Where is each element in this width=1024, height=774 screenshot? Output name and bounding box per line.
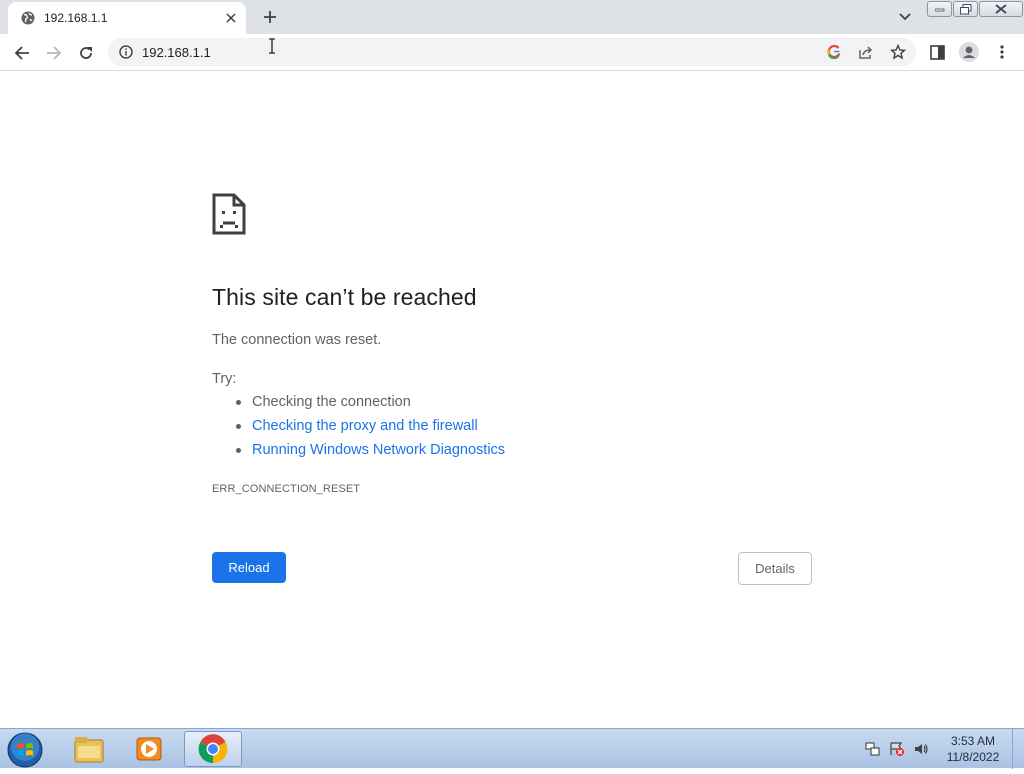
volume-icon[interactable] xyxy=(912,740,930,758)
windows-taskbar: 3:53 AM 11/8/2022 xyxy=(0,728,1024,769)
system-tray xyxy=(864,740,930,758)
menu-icon[interactable] xyxy=(990,40,1014,64)
reload-button[interactable]: Reload xyxy=(212,552,286,583)
forward-icon[interactable] xyxy=(40,39,68,67)
suggestion-list: Checking the connection Checking the pro… xyxy=(235,394,505,466)
start-button[interactable] xyxy=(6,731,46,769)
text-cursor-icon xyxy=(268,38,276,54)
error-title: This site can’t be reached xyxy=(212,284,477,310)
action-center-flag-icon[interactable] xyxy=(864,740,882,758)
network-error-icon[interactable] xyxy=(888,740,906,758)
new-tab-button[interactable] xyxy=(259,6,281,28)
explorer-taskbar-icon[interactable] xyxy=(60,731,118,767)
details-button[interactable]: Details xyxy=(738,552,812,585)
sad-document-icon xyxy=(212,193,246,235)
clock-time: 3:53 AM xyxy=(950,734,996,748)
close-tab-icon[interactable] xyxy=(222,9,240,27)
error-code: ERR_CONNECTION_RESET xyxy=(212,483,361,495)
window-controls xyxy=(927,1,1024,18)
globe-icon xyxy=(21,11,35,25)
tab-title: 192.168.1.1 xyxy=(44,11,108,25)
browser-toolbar: 192.168.1.1 xyxy=(0,34,1024,71)
back-icon[interactable] xyxy=(8,39,36,67)
reload-icon[interactable] xyxy=(72,39,100,67)
info-icon[interactable] xyxy=(119,45,133,59)
share-icon[interactable] xyxy=(856,42,876,62)
taskbar-clock[interactable]: 3:53 AM 11/8/2022 xyxy=(942,733,1004,765)
restore-button[interactable] xyxy=(953,1,978,17)
suggestion-network-diagnostics-link[interactable]: Running Windows Network Diagnostics xyxy=(235,442,505,466)
error-description: The connection was reset. xyxy=(212,332,382,348)
google-lens-icon[interactable] xyxy=(824,42,844,62)
address-bar[interactable]: 192.168.1.1 xyxy=(108,38,916,66)
clock-date: 11/8/2022 xyxy=(946,750,1000,764)
tab-active[interactable]: 192.168.1.1 xyxy=(8,2,246,34)
suggestion-check-proxy-link[interactable]: Checking the proxy and the firewall xyxy=(235,418,505,442)
suggestion-check-connection: Checking the connection xyxy=(235,394,505,418)
minimize-button[interactable] xyxy=(927,1,952,17)
show-desktop-button[interactable] xyxy=(1012,729,1024,769)
bookmark-star-icon[interactable] xyxy=(888,42,908,62)
profile-icon[interactable] xyxy=(957,40,981,64)
close-window-button[interactable] xyxy=(979,1,1023,17)
page-content: This site can’t be reached The connectio… xyxy=(0,72,1024,728)
url-text[interactable]: 192.168.1.1 xyxy=(142,45,211,60)
try-label: Try: xyxy=(212,371,237,387)
tab-strip: 192.168.1.1 xyxy=(0,0,1024,34)
tab-search-chevron-icon[interactable] xyxy=(894,7,916,27)
chrome-taskbar-icon[interactable] xyxy=(184,731,242,767)
side-panel-icon[interactable] xyxy=(925,40,949,64)
media-player-taskbar-icon[interactable] xyxy=(120,731,178,767)
